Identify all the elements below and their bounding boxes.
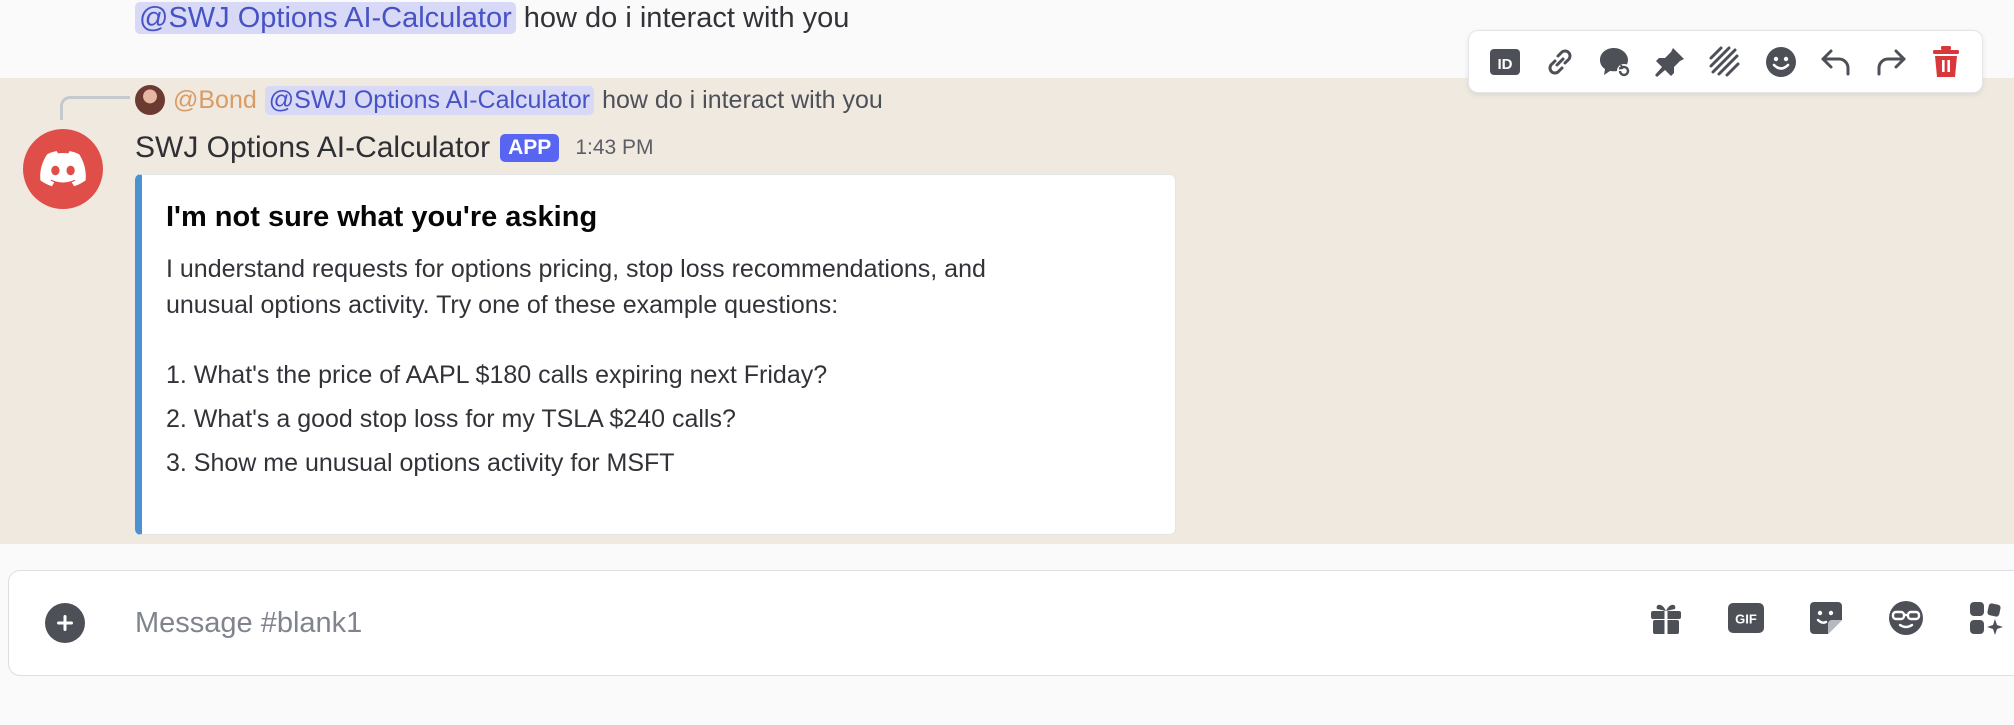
reply-text: how do i interact with you xyxy=(602,85,883,114)
list-item: 3. Show me unusual options activity for … xyxy=(166,449,675,477)
reply-reference[interactable]: @Bond @SWJ Options AI-Calculator how do … xyxy=(135,83,883,117)
plus-icon xyxy=(57,615,73,631)
reply-icon xyxy=(1821,49,1850,75)
copy-link-button[interactable] xyxy=(1536,38,1584,86)
embed-example-list: 1. What's the price of AAPL $180 calls e… xyxy=(166,353,1151,485)
reply-spine xyxy=(60,96,130,120)
upload-button[interactable] xyxy=(45,603,85,643)
id-icon: ID xyxy=(1489,48,1520,75)
svg-text:ID: ID xyxy=(1497,56,1512,73)
message-input[interactable] xyxy=(135,593,1585,653)
message-header: SWJ Options AI-Calculator APP 1:43 PM xyxy=(135,128,654,168)
delete-message-button[interactable] xyxy=(1922,38,1970,86)
apps-button[interactable] xyxy=(1965,597,2007,639)
emoji-picker-button[interactable] xyxy=(1885,597,1927,639)
gift-icon xyxy=(1651,604,1681,634)
embed-description: I understand requests for options pricin… xyxy=(166,251,1151,323)
reply-avatar xyxy=(135,85,165,115)
message-actions-toolbar: ID xyxy=(1468,30,1983,93)
link-icon xyxy=(1548,49,1572,74)
author-name[interactable]: SWJ Options AI-Calculator xyxy=(135,131,490,165)
mark-unread-button[interactable] xyxy=(1701,38,1749,86)
thread-icon xyxy=(1600,47,1632,78)
reply-author[interactable]: @Bond xyxy=(173,86,257,115)
emoji-icon xyxy=(1889,601,1923,635)
message-composer: GIF xyxy=(8,570,2014,676)
forward-button[interactable] xyxy=(1867,38,1915,86)
delete-icon xyxy=(1933,45,1960,77)
discord-logo-icon xyxy=(40,151,86,187)
previous-message-text: how do i interact with you xyxy=(523,2,850,34)
sticker-picker-button[interactable] xyxy=(1805,597,1847,639)
bot-avatar[interactable] xyxy=(23,129,103,209)
composer-icons: GIF xyxy=(1645,597,2007,639)
svg-text:GIF: GIF xyxy=(1735,612,1757,627)
mention-bot[interactable]: @SWJ Options AI-Calculator xyxy=(135,2,516,34)
pin-icon xyxy=(1655,47,1685,77)
add-reaction-button[interactable] xyxy=(1757,38,1805,86)
copy-id-button[interactable]: ID xyxy=(1481,38,1529,86)
message-timestamp[interactable]: 1:43 PM xyxy=(575,136,653,160)
reply-mention[interactable]: @SWJ Options AI-Calculator xyxy=(264,85,595,115)
reaction-icon xyxy=(1765,46,1796,77)
reply-button[interactable] xyxy=(1812,38,1860,86)
pin-message-button[interactable] xyxy=(1646,38,1694,86)
embed-description-line: I understand requests for options pricin… xyxy=(166,255,986,283)
previous-message: @SWJ Options AI-Calculator how do i inte… xyxy=(135,0,849,38)
app-badge: APP xyxy=(500,134,560,162)
list-item: 1. What's the price of AAPL $180 calls e… xyxy=(166,361,828,389)
create-thread-button[interactable] xyxy=(1591,38,1639,86)
embed-title: I'm not sure what you're asking xyxy=(166,201,598,233)
list-item: 2. What's a good stop loss for my TSLA $… xyxy=(166,405,736,433)
gif-picker-button[interactable]: GIF xyxy=(1725,597,1767,639)
forward-icon xyxy=(1877,49,1906,75)
send-gift-button[interactable] xyxy=(1645,597,1687,639)
message-embed: I'm not sure what you're asking I unders… xyxy=(135,174,1176,535)
gif-icon: GIF xyxy=(1728,603,1764,633)
mark-unread-icon xyxy=(1709,46,1740,76)
embed-description-line: unusual options activity. Try one of the… xyxy=(166,291,839,319)
sticker-icon xyxy=(1810,602,1842,634)
apps-icon xyxy=(1970,602,2003,635)
